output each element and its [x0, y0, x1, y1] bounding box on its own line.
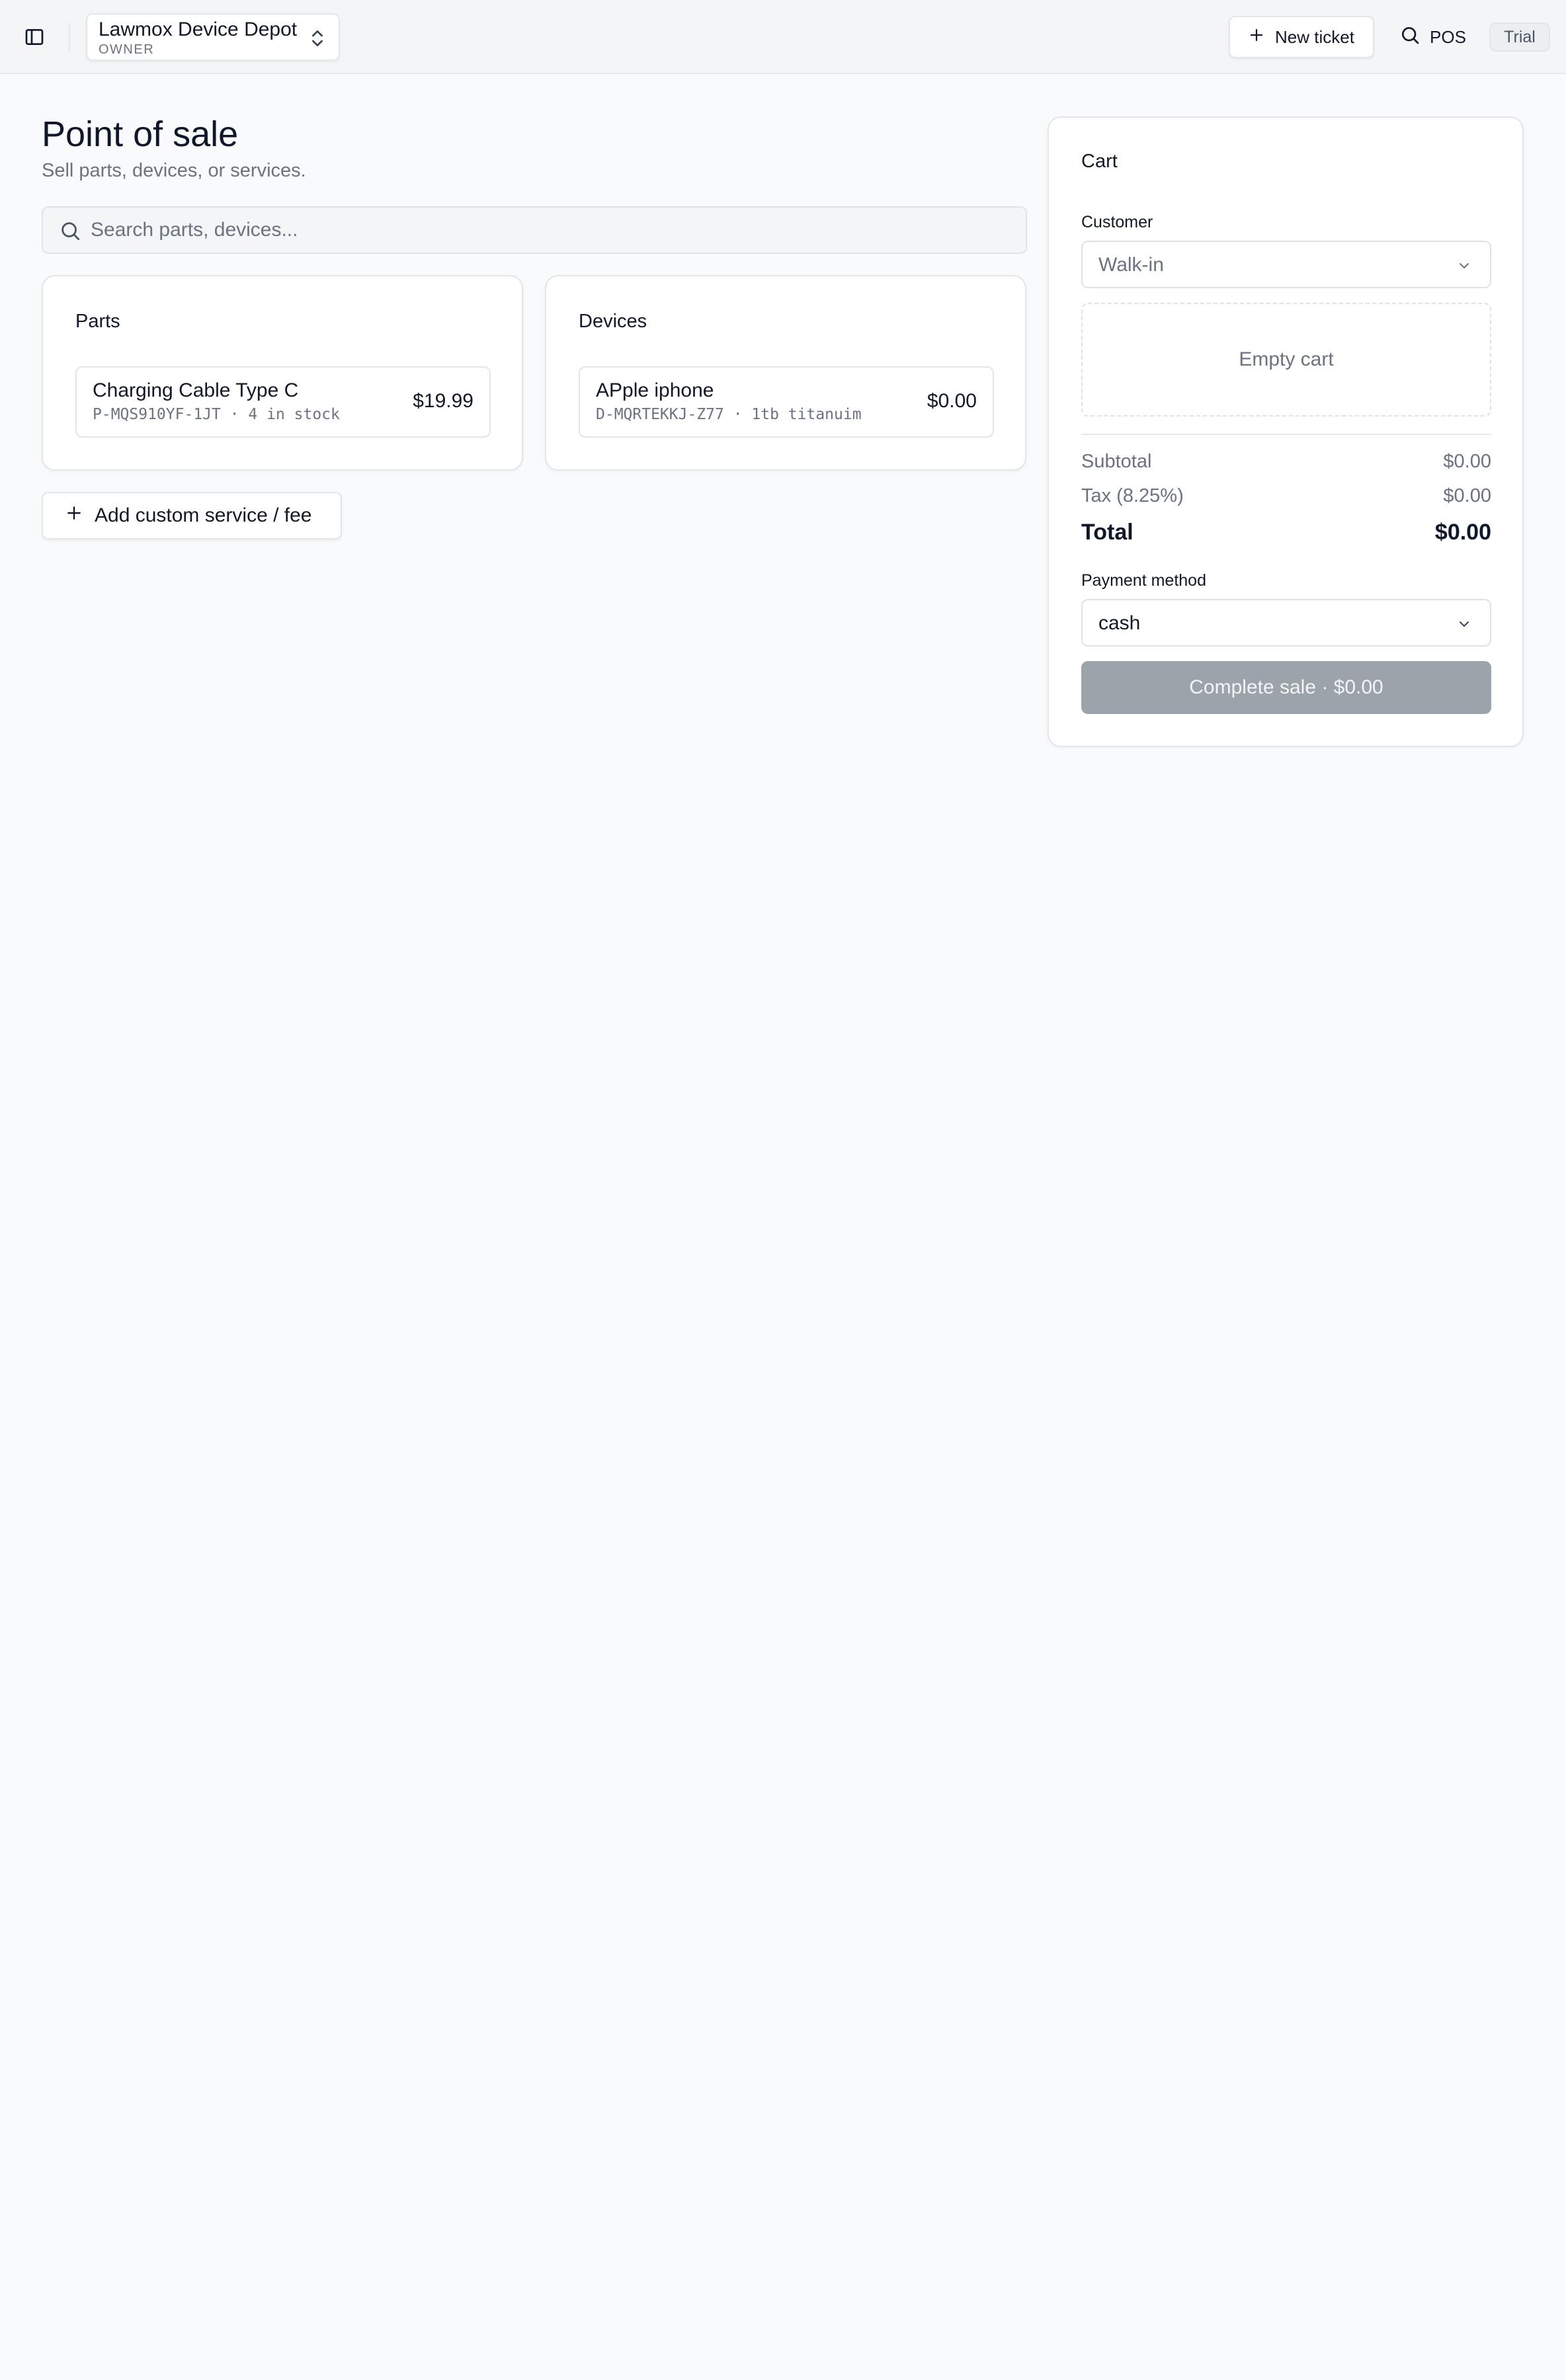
- tax-row: Tax (8.25%) $0.00: [1081, 485, 1491, 507]
- total-row: Total $0.00: [1081, 520, 1491, 545]
- empty-cart: Empty cart: [1081, 303, 1491, 416]
- complete-sale-button[interactable]: Complete sale · $0.00: [1081, 661, 1491, 714]
- pos-label: POS: [1430, 26, 1466, 47]
- devices-title: Devices: [579, 311, 647, 332]
- page-subtitle: Sell parts, devices, or services.: [42, 160, 306, 181]
- subtotal-row: Subtotal $0.00: [1081, 451, 1491, 473]
- add-custom-service-button[interactable]: Add custom service / fee: [42, 492, 342, 539]
- cart-title: Cart: [1081, 151, 1118, 172]
- plus-icon: [1249, 27, 1264, 48]
- part-item[interactable]: Charging Cable Type C P-MQS910YF-1JT · 4…: [75, 366, 491, 438]
- customer-value: Walk-in: [1098, 254, 1164, 276]
- payment-method-label: Payment method: [1081, 571, 1206, 590]
- customer-label: Customer: [1081, 213, 1153, 231]
- top-bar: Lawmox Device Depot OWNER New ticket POS…: [0, 0, 1566, 74]
- customer-select[interactable]: Walk-in: [1081, 241, 1491, 288]
- devices-card: Devices APple iphone D-MQRTEKKJ-Z77 · 1t…: [545, 275, 1026, 471]
- device-item[interactable]: APple iphone D-MQRTEKKJ-Z77 · 1tb titanu…: [579, 366, 994, 438]
- sidebar-toggle-icon[interactable]: [20, 22, 49, 52]
- search-input[interactable]: [91, 208, 1016, 253]
- trial-badge: Trial: [1489, 22, 1550, 52]
- workspace-role: OWNER: [99, 42, 155, 57]
- cart-panel: Cart Customer Walk-in Empty cart Subtota…: [1048, 116, 1524, 747]
- part-price: $19.99: [413, 390, 474, 412]
- parts-card: Parts Charging Cable Type C P-MQS910YF-1…: [42, 275, 523, 471]
- pos-search-button[interactable]: POS: [1395, 16, 1468, 58]
- device-name: APple iphone: [596, 379, 714, 401]
- chevron-down-icon: [1456, 616, 1473, 632]
- total-label: Total: [1081, 520, 1133, 545]
- part-name: Charging Cable Type C: [93, 379, 299, 401]
- plus-icon: [65, 504, 83, 527]
- search-icon: [1399, 24, 1421, 50]
- payment-method-value: cash: [1098, 612, 1141, 634]
- page-title: Point of sale: [42, 114, 239, 154]
- device-meta: D-MQRTEKKJ-Z77 · 1tb titanuim: [596, 406, 862, 423]
- search-box: [42, 206, 1027, 254]
- chevrons-up-down-icon: [307, 26, 328, 50]
- chevron-down-icon: [1456, 258, 1473, 274]
- part-meta: P-MQS910YF-1JT · 4 in stock: [93, 406, 340, 423]
- new-ticket-label: New ticket: [1275, 26, 1354, 47]
- payment-method-select[interactable]: cash: [1081, 599, 1491, 647]
- add-custom-service-label: Add custom service / fee: [95, 504, 312, 526]
- tax-label: Tax (8.25%): [1081, 485, 1184, 506]
- parts-title: Parts: [75, 311, 120, 332]
- subtotal-label: Subtotal: [1081, 451, 1152, 472]
- device-price: $0.00: [927, 390, 977, 412]
- tax-value: $0.00: [1443, 485, 1491, 506]
- cart-divider: [1081, 434, 1491, 435]
- workspace-name: Lawmox Device Depot: [99, 19, 298, 40]
- new-ticket-button[interactable]: New ticket: [1229, 16, 1374, 58]
- total-value: $0.00: [1434, 520, 1491, 545]
- search-icon: [59, 219, 81, 242]
- header-divider: [69, 22, 70, 52]
- workspace-switcher[interactable]: Lawmox Device Depot OWNER: [86, 13, 340, 61]
- subtotal-value: $0.00: [1443, 451, 1491, 472]
